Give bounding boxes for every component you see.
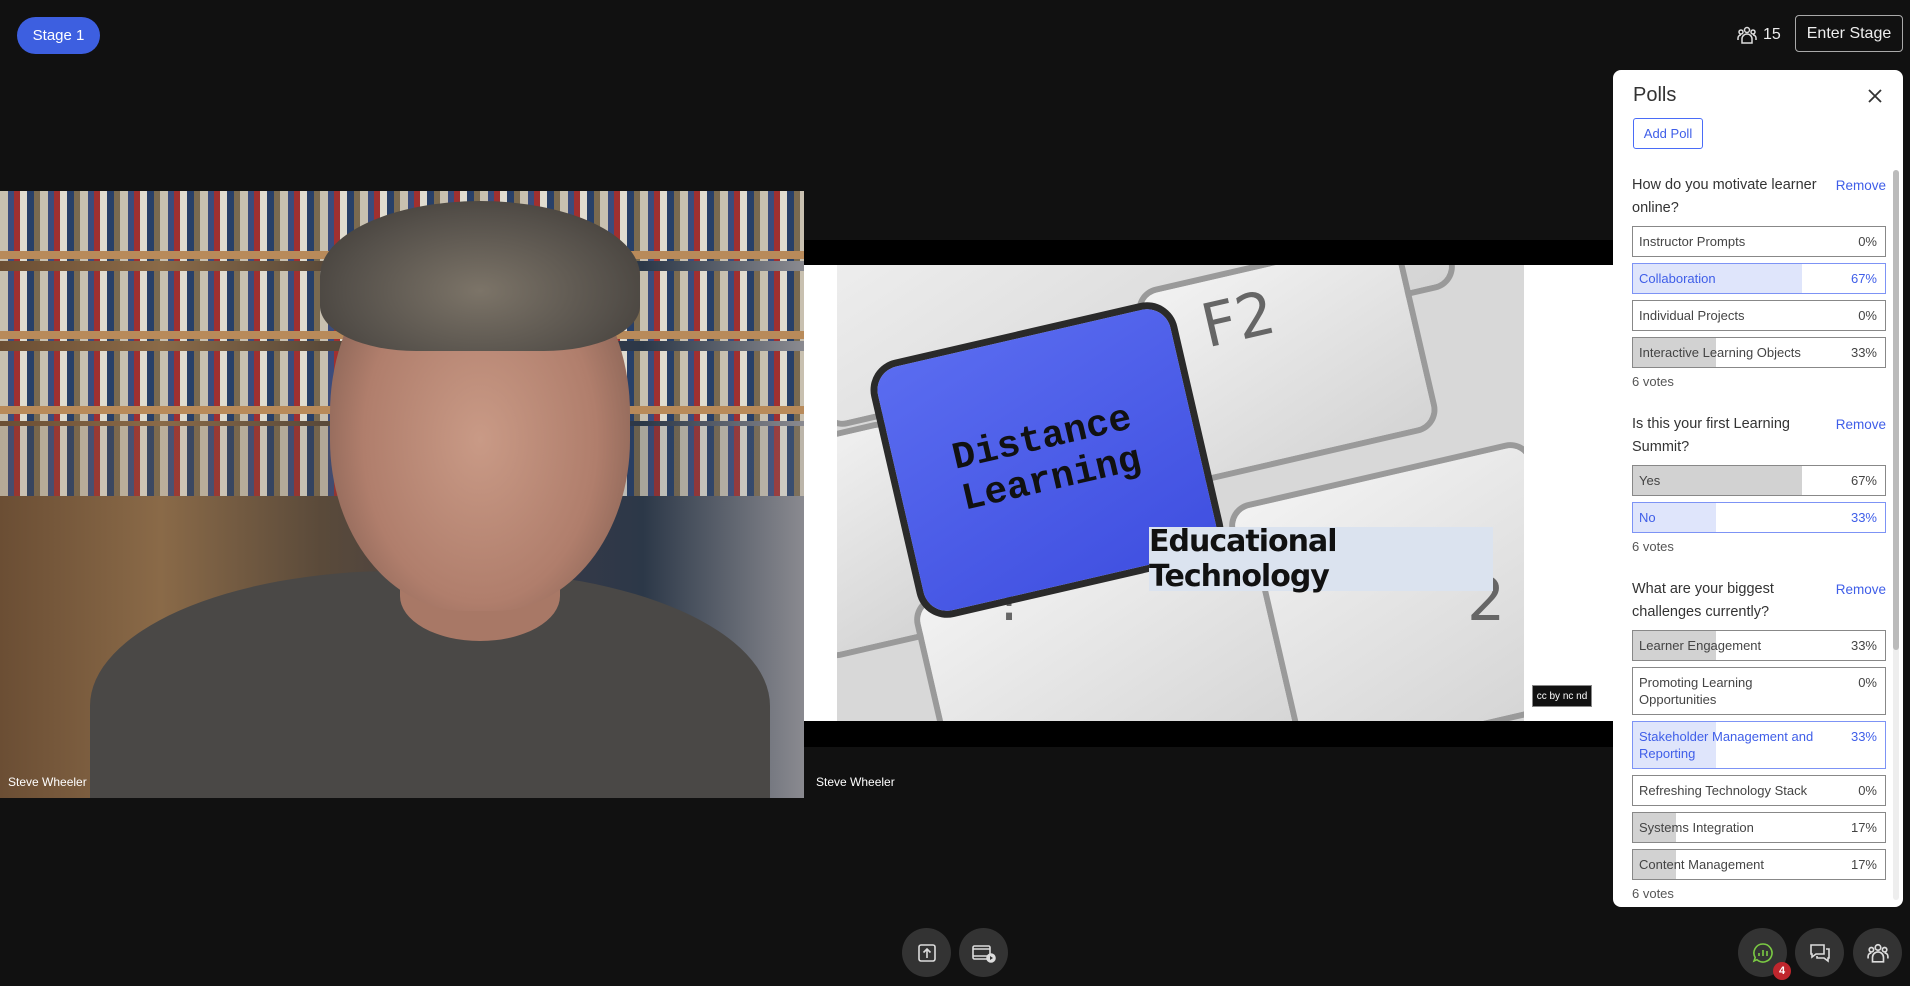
share-upload-icon — [917, 943, 936, 962]
shared-slide: F2 ! 2 Distance Learning Educational Tech… — [804, 240, 1613, 747]
option-percent: 33% — [1850, 729, 1877, 744]
remove-poll-link[interactable]: Remove — [1836, 174, 1886, 220]
poll: Is this your first Learning Summit? Remov… — [1632, 413, 1886, 554]
poll-option[interactable]: Interactive Learning Objects 33% — [1632, 337, 1886, 368]
poll: What are your biggest challenges current… — [1632, 578, 1886, 901]
media-button[interactable] — [959, 928, 1008, 977]
scrollbar-thumb[interactable] — [1893, 170, 1899, 650]
remove-poll-link[interactable]: Remove — [1836, 413, 1886, 459]
poll-option[interactable]: Yes 67% — [1632, 465, 1886, 496]
poll-option[interactable]: Refreshing Technology Stack 0% — [1632, 775, 1886, 806]
option-label: Learner Engagement — [1639, 638, 1762, 653]
stage-selector[interactable]: Stage 1 — [17, 17, 100, 54]
people-icon — [1866, 943, 1889, 963]
option-label: Individual Projects — [1639, 308, 1745, 323]
poll-option[interactable]: Systems Integration 17% — [1632, 812, 1886, 843]
option-label: Collaboration — [1639, 271, 1716, 286]
speaker-video: Steve Wheeler — [0, 191, 804, 798]
creative-commons-badge: cc by nc nd — [1532, 685, 1592, 707]
option-percent: 67% — [1850, 473, 1877, 488]
slide-caption: Educational Technology — [1149, 524, 1493, 594]
attendees-button[interactable]: 15 — [1737, 22, 1781, 48]
poll-list: How do you motivate learner online? Remov… — [1632, 174, 1886, 907]
option-percent: 33% — [1850, 638, 1877, 653]
polls-chat-icon — [1752, 942, 1773, 963]
participant-name: Steve Wheeler — [8, 775, 87, 789]
remove-poll-link[interactable]: Remove — [1836, 578, 1886, 624]
polls-panel: Polls Add Poll How do you motivate learn… — [1613, 70, 1903, 907]
share-button[interactable] — [902, 928, 951, 977]
enter-stage-button[interactable]: Enter Stage — [1795, 15, 1903, 52]
poll-option[interactable]: Promoting Learning Opportunities 0% — [1632, 667, 1886, 715]
option-label: Systems Integration — [1639, 820, 1754, 835]
option-percent: 67% — [1850, 271, 1877, 286]
poll-option[interactable]: Stakeholder Management and Reporting 33% — [1632, 721, 1886, 769]
option-label: Stakeholder Management and Reporting — [1639, 729, 1814, 761]
poll-option[interactable]: Individual Projects 0% — [1632, 300, 1886, 331]
people-button[interactable] — [1853, 928, 1902, 977]
chat-button[interactable] — [1795, 928, 1844, 977]
poll: How do you motivate learner online? Remov… — [1632, 174, 1886, 389]
add-poll-button[interactable]: Add Poll — [1633, 118, 1703, 149]
poll-option[interactable]: Instructor Prompts 0% — [1632, 226, 1886, 257]
panel-title: Polls — [1633, 84, 1677, 106]
poll-option[interactable]: Content Management 17% — [1632, 849, 1886, 880]
poll-option[interactable]: Collaboration 67% — [1632, 263, 1886, 294]
close-icon[interactable] — [1863, 84, 1887, 108]
option-label: Interactive Learning Objects — [1639, 345, 1801, 360]
option-label: Refreshing Technology Stack — [1639, 783, 1808, 798]
option-label: Content Management — [1639, 857, 1765, 872]
option-percent: 17% — [1850, 820, 1877, 835]
people-icon — [1737, 26, 1757, 44]
option-label: No — [1639, 510, 1656, 525]
participant-name: Steve Wheeler — [816, 775, 895, 789]
option-percent: 0% — [1858, 308, 1877, 323]
vote-count: 6 votes — [1632, 886, 1674, 901]
option-percent: 33% — [1850, 510, 1877, 525]
poll-question: How do you motivate learner online? — [1632, 177, 1817, 216]
poll-question: Is this your first Learning Summit? — [1632, 416, 1790, 455]
option-label: Promoting Learning Opportunities — [1639, 675, 1753, 707]
option-percent: 0% — [1858, 783, 1877, 798]
option-percent: 17% — [1850, 857, 1877, 872]
vote-count: 6 votes — [1632, 374, 1674, 389]
polls-badge: 4 — [1773, 962, 1791, 980]
poll-option[interactable]: Learner Engagement 33% — [1632, 630, 1886, 661]
media-play-icon — [971, 944, 996, 963]
option-percent: 0% — [1858, 234, 1877, 249]
poll-option[interactable]: No 33% — [1632, 502, 1886, 533]
option-percent: 33% — [1850, 345, 1877, 360]
chat-icon — [1809, 943, 1830, 963]
poll-question: What are your biggest challenges current… — [1632, 581, 1774, 620]
option-label: Instructor Prompts — [1639, 234, 1746, 249]
attendee-count: 15 — [1763, 26, 1781, 43]
vote-count: 6 votes — [1632, 539, 1674, 554]
option-label: Yes — [1639, 473, 1661, 488]
option-percent: 0% — [1858, 675, 1877, 690]
